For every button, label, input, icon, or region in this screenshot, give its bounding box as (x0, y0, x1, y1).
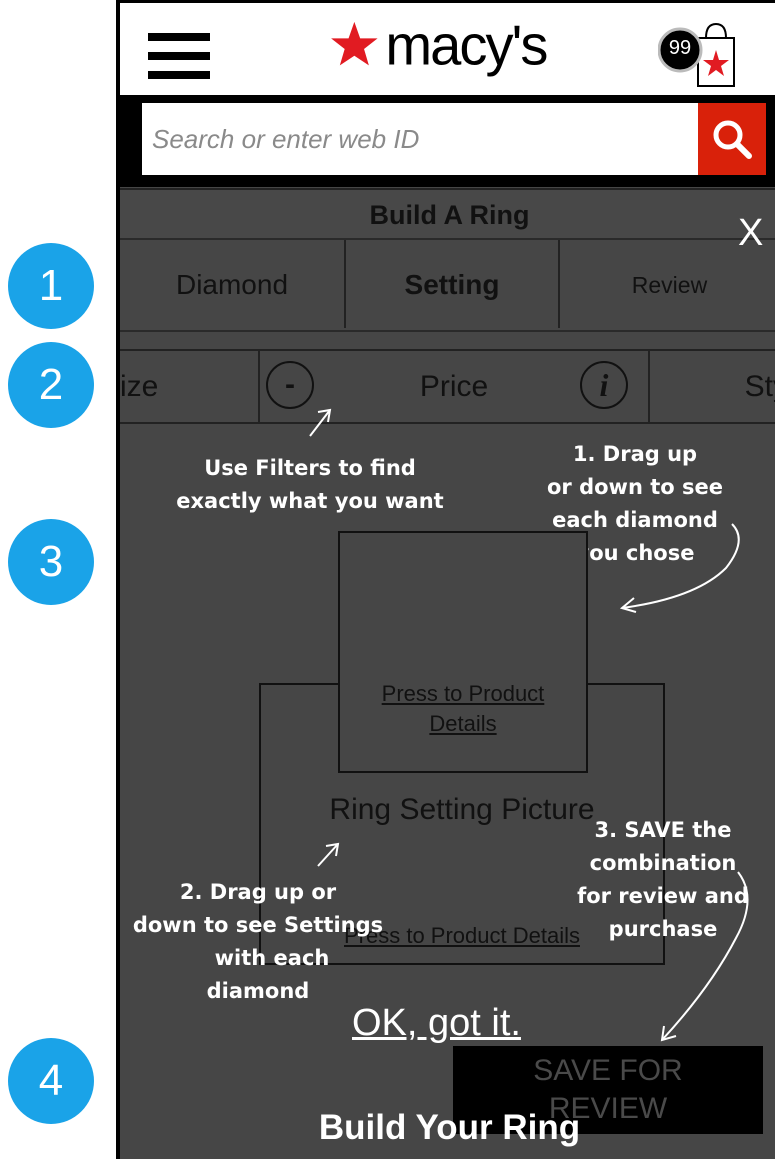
hamburger-menu-icon[interactable] (148, 33, 210, 79)
drag-setting-tip: 2. Drag up or down to see Settings with … (132, 880, 384, 1003)
brand-wordmark: macy's (385, 18, 547, 76)
macys-logo[interactable]: macy's (325, 18, 585, 78)
drag-diamond-arrow-icon (619, 523, 740, 613)
save-arrow-icon (660, 871, 749, 1042)
diamond-card[interactable]: Press to Product Details (338, 531, 588, 773)
phone-screen: macy's 99 Build A Ring X Diamond Setting (116, 0, 775, 1159)
build-your-ring-title: Build Your Ring (318, 1108, 581, 1147)
filter-bar: ize Price Sty - i (120, 349, 775, 424)
tab-review[interactable]: Review (560, 240, 775, 328)
ok-got-it-link[interactable]: OK, got it. (352, 1002, 521, 1045)
step-badge-2: 2 (8, 342, 94, 428)
search-bar (120, 95, 775, 187)
info-icon[interactable]: i (580, 361, 628, 409)
minus-icon[interactable]: - (266, 361, 314, 409)
filters-arrow-icon (309, 408, 332, 437)
builder-title: Build A Ring (120, 188, 775, 240)
search-icon (713, 120, 752, 159)
drag-setting-arrow-icon (317, 842, 340, 867)
tab-setting[interactable]: Setting (344, 240, 560, 328)
star-icon (331, 21, 378, 66)
builder-tabs: Diamond Setting Review (120, 240, 775, 332)
step-badge-1: 1 (8, 243, 94, 329)
shopping-bag-button[interactable]: 99 (657, 20, 738, 90)
tab-diamond[interactable]: Diamond (120, 240, 344, 328)
filters-tip: Use Filters to find exactly what you wan… (176, 456, 444, 513)
filter-style[interactable]: Sty (648, 351, 775, 422)
site-header: macy's 99 (120, 0, 775, 95)
cart-count-badge: 99 (668, 37, 692, 59)
filter-size[interactable]: ize (120, 351, 258, 422)
search-button[interactable] (698, 103, 766, 175)
diamond-details-link[interactable]: Press to Product Details (340, 679, 586, 739)
search-input[interactable] (142, 103, 698, 175)
step-badge-4: 4 (8, 1038, 94, 1124)
step-badge-3: 3 (8, 519, 94, 605)
